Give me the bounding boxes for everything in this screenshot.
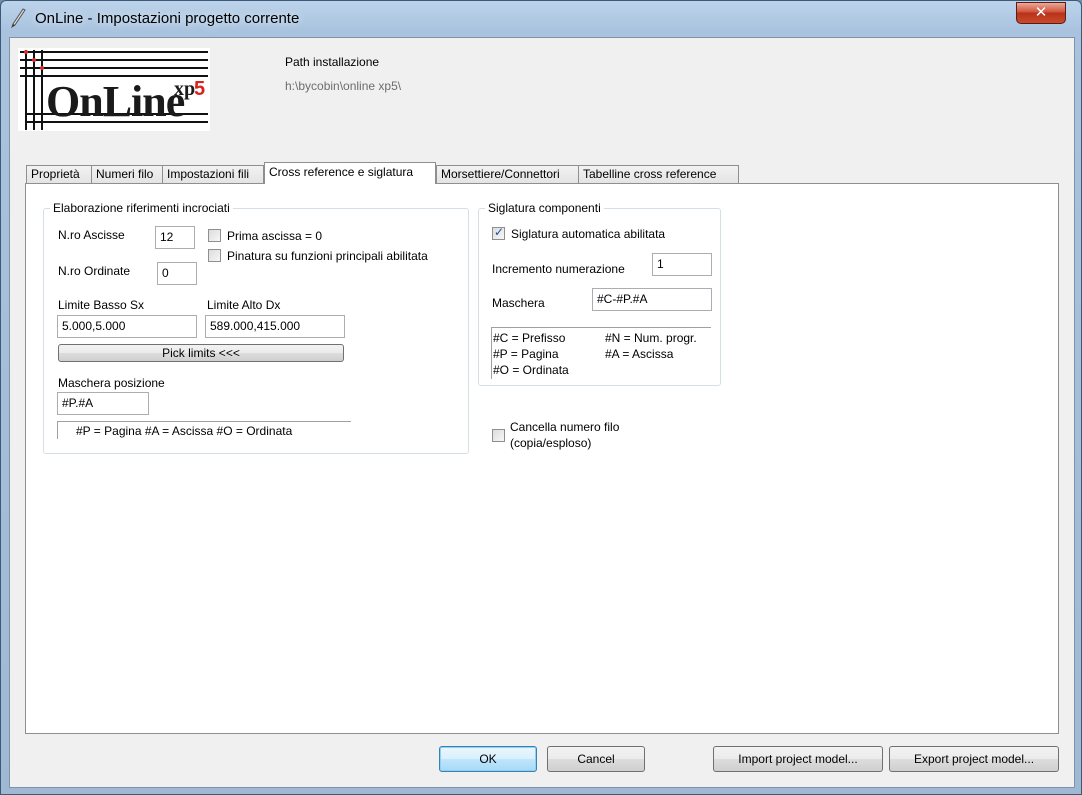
cancella-numero-label-line1: Cancella numero filo [510, 420, 620, 434]
window-title: OnLine - Impostazioni progetto corrente [35, 10, 300, 27]
logo-text: OnLine [46, 77, 185, 126]
maschera-sigla-input[interactable]: #C-#P.#A [592, 288, 712, 311]
maschera-sigla-label: Maschera [492, 296, 545, 310]
app-pencil-icon [11, 8, 26, 28]
cancel-button[interactable]: Cancel [547, 746, 645, 772]
tab-morsettiere[interactable]: Morsettiere/Connettori [436, 165, 579, 184]
maschera-posizione-label: Maschera posizione [58, 376, 165, 390]
limite-basso-input[interactable]: 5.000,5.000 [57, 315, 197, 338]
maschera-posizione-input[interactable]: #P.#A [57, 392, 149, 415]
import-project-model-button[interactable]: Import project model... [713, 746, 883, 772]
cancella-numero-checkbox[interactable] [492, 429, 505, 442]
maschera-posizione-hint: #P = Pagina #A = Ascissa #O = Ordinata [57, 421, 351, 439]
tab-proprieta[interactable]: Proprietà [26, 165, 92, 184]
nro-ascisse-input[interactable]: 12 [155, 226, 195, 249]
siglatura-group-title: Siglatura componenti [485, 201, 604, 215]
siglatura-auto-checkbox[interactable] [492, 225, 505, 240]
tab-cross-reference[interactable]: Cross reference e siglatura [264, 162, 436, 184]
siglatura-group: Siglatura componenti Siglatura automatic… [478, 201, 721, 386]
export-project-model-button[interactable]: Export project model... [889, 746, 1059, 772]
hint-prefisso: #C = Prefisso [493, 331, 566, 345]
online-xp5-logo: OnLine xp 5 [18, 48, 210, 131]
cancella-numero-label-line2: (copia/esploso) [510, 436, 592, 450]
close-button[interactable]: ✕ [1016, 2, 1066, 24]
title-bar[interactable]: OnLine - Impostazioni progetto corrente … [1, 1, 1081, 35]
hint-num-progr: #N = Num. progr. [605, 331, 697, 345]
tab-impostazioni-fili[interactable]: Impostazioni fili [162, 165, 264, 184]
xref-group: Elaborazione riferimenti incrociati N.ro… [43, 201, 469, 454]
maschera-sigla-hint: #C = Prefisso #N = Num. progr. #P = Pagi… [491, 327, 711, 379]
dialog-client-area: OnLine xp 5 Path installazione h:\bycobi… [9, 37, 1075, 788]
install-path-label: Path installazione [285, 55, 380, 69]
incremento-input[interactable]: 1 [652, 253, 712, 276]
pinatura-label: Pinatura su funzioni principali abilitat… [227, 249, 428, 263]
hint-ascissa: #A = Ascissa [605, 347, 674, 361]
nro-ordinate-label: N.ro Ordinate [58, 264, 131, 278]
limite-alto-label: Limite Alto Dx [207, 298, 281, 312]
nro-ascisse-label: N.ro Ascisse [58, 228, 125, 242]
siglatura-auto-label: Siglatura automatica abilitata [511, 227, 666, 241]
pinatura-checkbox[interactable] [208, 249, 221, 262]
hint-ordinata: #O = Ordinata [493, 363, 569, 377]
ok-button[interactable]: OK [439, 746, 537, 772]
tab-numeri-filo[interactable]: Numeri filo [91, 165, 163, 184]
xref-group-title: Elaborazione riferimenti incrociati [50, 201, 233, 215]
hint-pagina: #P = Pagina [493, 347, 559, 361]
logo-xp: xp [174, 78, 196, 100]
tab-tabelline[interactable]: Tabelline cross reference [578, 165, 739, 184]
logo-number: 5 [194, 78, 206, 100]
incremento-label: Incremento numerazione [492, 262, 625, 276]
limite-basso-label: Limite Basso Sx [58, 298, 145, 312]
tab-panel-cross-reference: Elaborazione riferimenti incrociati N.ro… [25, 183, 1059, 734]
prima-ascissa-label: Prima ascissa = 0 [227, 229, 323, 243]
install-path-value: h:\bycobin\online xp5\ [285, 79, 402, 93]
pick-limits-button[interactable]: Pick limits <<< [58, 344, 344, 362]
dialog-window: OnLine - Impostazioni progetto corrente … [0, 0, 1082, 795]
limite-alto-input[interactable]: 589.000,415.000 [205, 315, 345, 338]
nro-ordinate-input[interactable]: 0 [157, 262, 197, 285]
prima-ascissa-checkbox[interactable] [208, 229, 221, 242]
